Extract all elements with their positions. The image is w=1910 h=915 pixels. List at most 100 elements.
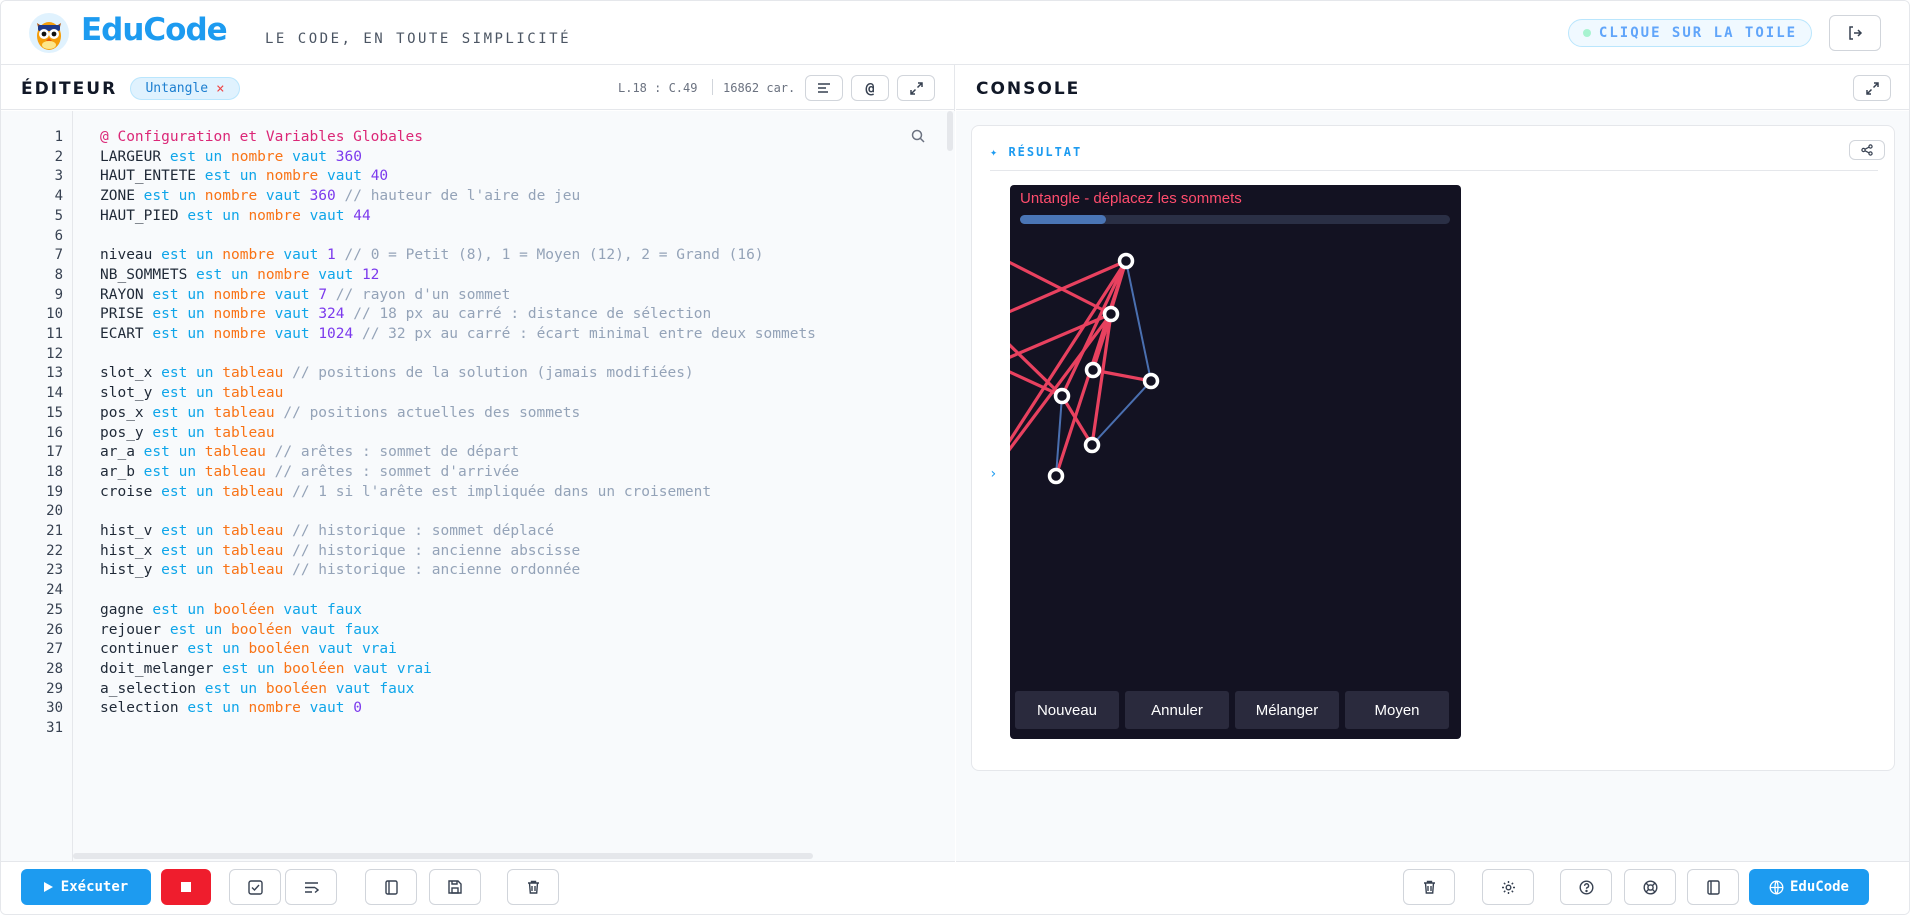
code-line[interactable]: PRISE est un nombre vaut 324 // 18 px au…: [100, 306, 711, 322]
code-line[interactable]: ECART est un nombre vaut 1024 // 32 px a…: [100, 326, 816, 342]
cursor-position: L.18 : C.49: [618, 81, 698, 95]
wrap-text-icon: [304, 881, 319, 893]
code-line[interactable]: pos_y est un tableau: [100, 425, 275, 441]
save-icon: [448, 880, 462, 894]
check-button[interactable]: [229, 869, 281, 905]
code-line[interactable]: doit_melanger est un booléen vaut vrai: [100, 661, 432, 677]
graph-vertex[interactable]: [1047, 467, 1065, 485]
symbol-button[interactable]: @: [851, 75, 889, 101]
vertical-scrollbar[interactable]: [947, 111, 953, 151]
code-line[interactable]: hist_x est un tableau // historique : an…: [100, 543, 580, 559]
line-number: 6: [54, 227, 63, 244]
share-icon: [1861, 144, 1873, 156]
graph-vertex[interactable]: [1142, 372, 1160, 390]
code-line[interactable]: rejouer est un booléen vaut faux: [100, 622, 379, 638]
graph-edge: [1060, 394, 1094, 447]
line-number: 17: [46, 444, 63, 461]
line-number: 26: [46, 621, 63, 638]
search-icon[interactable]: [911, 129, 925, 143]
code-editor[interactable]: 1 2 3 4 5 6 7 8 9 10 11 12 13 14 15 16 17 18 19 20 21 22 23 24 2…: [1, 111, 955, 861]
expand-console-button[interactable]: [1853, 75, 1891, 101]
progress-fill: [1020, 215, 1106, 224]
editor-pane: ÉDITEUR Untangle × L.18 : C.49 16862 car…: [1, 65, 955, 914]
code-line[interactable]: ZONE est un nombre vaut 360 // hauteur d…: [100, 188, 580, 204]
format-button[interactable]: [805, 75, 843, 101]
untangle-graph[interactable]: [1010, 185, 1461, 739]
level-button[interactable]: Moyen: [1345, 691, 1449, 729]
settings-button[interactable]: [1482, 869, 1534, 905]
logout-button[interactable]: [1829, 15, 1881, 51]
file-tab[interactable]: Untangle ×: [130, 77, 240, 100]
code-line[interactable]: HAUT_PIED est un nombre vaut 44: [100, 208, 371, 224]
code-line[interactable]: a_selection est un booléen vaut faux: [100, 681, 414, 697]
file-tab-label: Untangle: [145, 81, 209, 96]
graph-edge: [1010, 260, 1113, 316]
code-line[interactable]: LARGEUR est un nombre vaut 360: [100, 149, 362, 165]
code-line[interactable]: HAUT_ENTETE est un nombre vaut 40: [100, 168, 388, 184]
code-line[interactable]: ar_b est un tableau // arêtes : sommet d…: [100, 464, 519, 480]
indent-button[interactable]: [285, 869, 337, 905]
code-line[interactable]: continuer est un booléen vaut vrai: [100, 641, 397, 657]
line-number: 29: [46, 680, 63, 697]
app-window: EduCode LE CODE, EN TOUTE SIMPLICITÉ CLI…: [0, 0, 1910, 915]
help-button[interactable]: [1560, 869, 1612, 905]
line-number: 18: [46, 463, 63, 480]
code-line[interactable]: gagne est un booléen vaut faux: [100, 602, 362, 618]
stop-icon: [181, 882, 191, 892]
docs-button[interactable]: [1687, 869, 1739, 905]
shuffle-button[interactable]: Mélanger: [1235, 691, 1339, 729]
book-icon: [1706, 879, 1720, 895]
graph-vertex[interactable]: [1084, 361, 1102, 379]
line-number: 14: [46, 385, 63, 402]
trash-icon: [1423, 880, 1435, 894]
chevron-right-icon[interactable]: ›: [989, 466, 997, 482]
console-pane: CONSOLE ✦ RÉSULTAT › Untangle - déplacez…: [956, 65, 1909, 914]
code-line[interactable]: @ Configuration et Variables Globales: [100, 129, 423, 145]
graph-vertex[interactable]: [1117, 252, 1135, 270]
code-line[interactable]: NB_SOMMETS est un nombre vaut 12: [100, 267, 379, 283]
run-button[interactable]: Exécuter: [21, 869, 151, 905]
book-icon: [384, 879, 398, 895]
code-line[interactable]: selection est un nombre vaut 0: [100, 700, 362, 716]
code-line[interactable]: slot_y est un tableau: [100, 385, 283, 401]
code-line[interactable]: croise est un tableau // 1 si l'arête es…: [100, 484, 711, 500]
support-button[interactable]: [1624, 869, 1676, 905]
play-icon: [43, 882, 53, 892]
save-button[interactable]: [429, 869, 481, 905]
educode-button[interactable]: EduCode: [1749, 869, 1869, 905]
line-number: 8: [54, 266, 63, 283]
code-line[interactable]: ar_a est un tableau // arêtes : sommet d…: [100, 444, 519, 460]
top-bar: EduCode LE CODE, EN TOUTE SIMPLICITÉ CLI…: [1, 1, 1909, 65]
graph-vertex[interactable]: [1083, 436, 1101, 454]
code-line[interactable]: niveau est un nombre vaut 1 // 0 = Petit…: [100, 247, 764, 263]
code-line[interactable]: hist_y est un tableau // historique : an…: [100, 562, 580, 578]
tagline: LE CODE, EN TOUTE SIMPLICITÉ: [265, 31, 572, 47]
share-button[interactable]: [1849, 140, 1885, 160]
line-number: 12: [46, 345, 63, 362]
divider: [712, 79, 713, 95]
expand-editor-button[interactable]: [897, 75, 935, 101]
horizontal-scrollbar[interactable]: [73, 853, 813, 859]
code-line[interactable]: hist_v est un tableau // historique : so…: [100, 523, 554, 539]
code-line[interactable]: pos_x est un tableau // positions actuel…: [100, 405, 580, 421]
new-game-button[interactable]: Nouveau: [1015, 691, 1119, 729]
graph-vertex[interactable]: [1102, 305, 1120, 323]
line-number: 3: [54, 168, 63, 185]
close-icon[interactable]: ×: [216, 81, 224, 97]
result-label: ✦ RÉSULTAT: [990, 145, 1082, 159]
run-label: Exécuter: [60, 879, 129, 895]
code-line[interactable]: slot_x est un tableau // positions de la…: [100, 365, 694, 381]
lifebuoy-icon: [1642, 879, 1658, 895]
line-number: 7: [54, 247, 63, 264]
line-number: 10: [46, 306, 63, 323]
character-count: 16862 car.: [723, 81, 796, 95]
graph-vertex[interactable]: [1053, 387, 1071, 405]
undo-button[interactable]: Annuler: [1125, 691, 1229, 729]
line-number: 28: [46, 660, 63, 677]
code-line[interactable]: RAYON est un nombre vaut 7 // rayon d'un…: [100, 287, 510, 303]
delete-button[interactable]: [507, 869, 559, 905]
stop-button[interactable]: [161, 869, 211, 905]
game-canvas[interactable]: Untangle - déplacez les sommets Nouveau …: [1010, 185, 1461, 739]
open-book-button[interactable]: [365, 869, 417, 905]
clear-console-button[interactable]: [1403, 869, 1455, 905]
